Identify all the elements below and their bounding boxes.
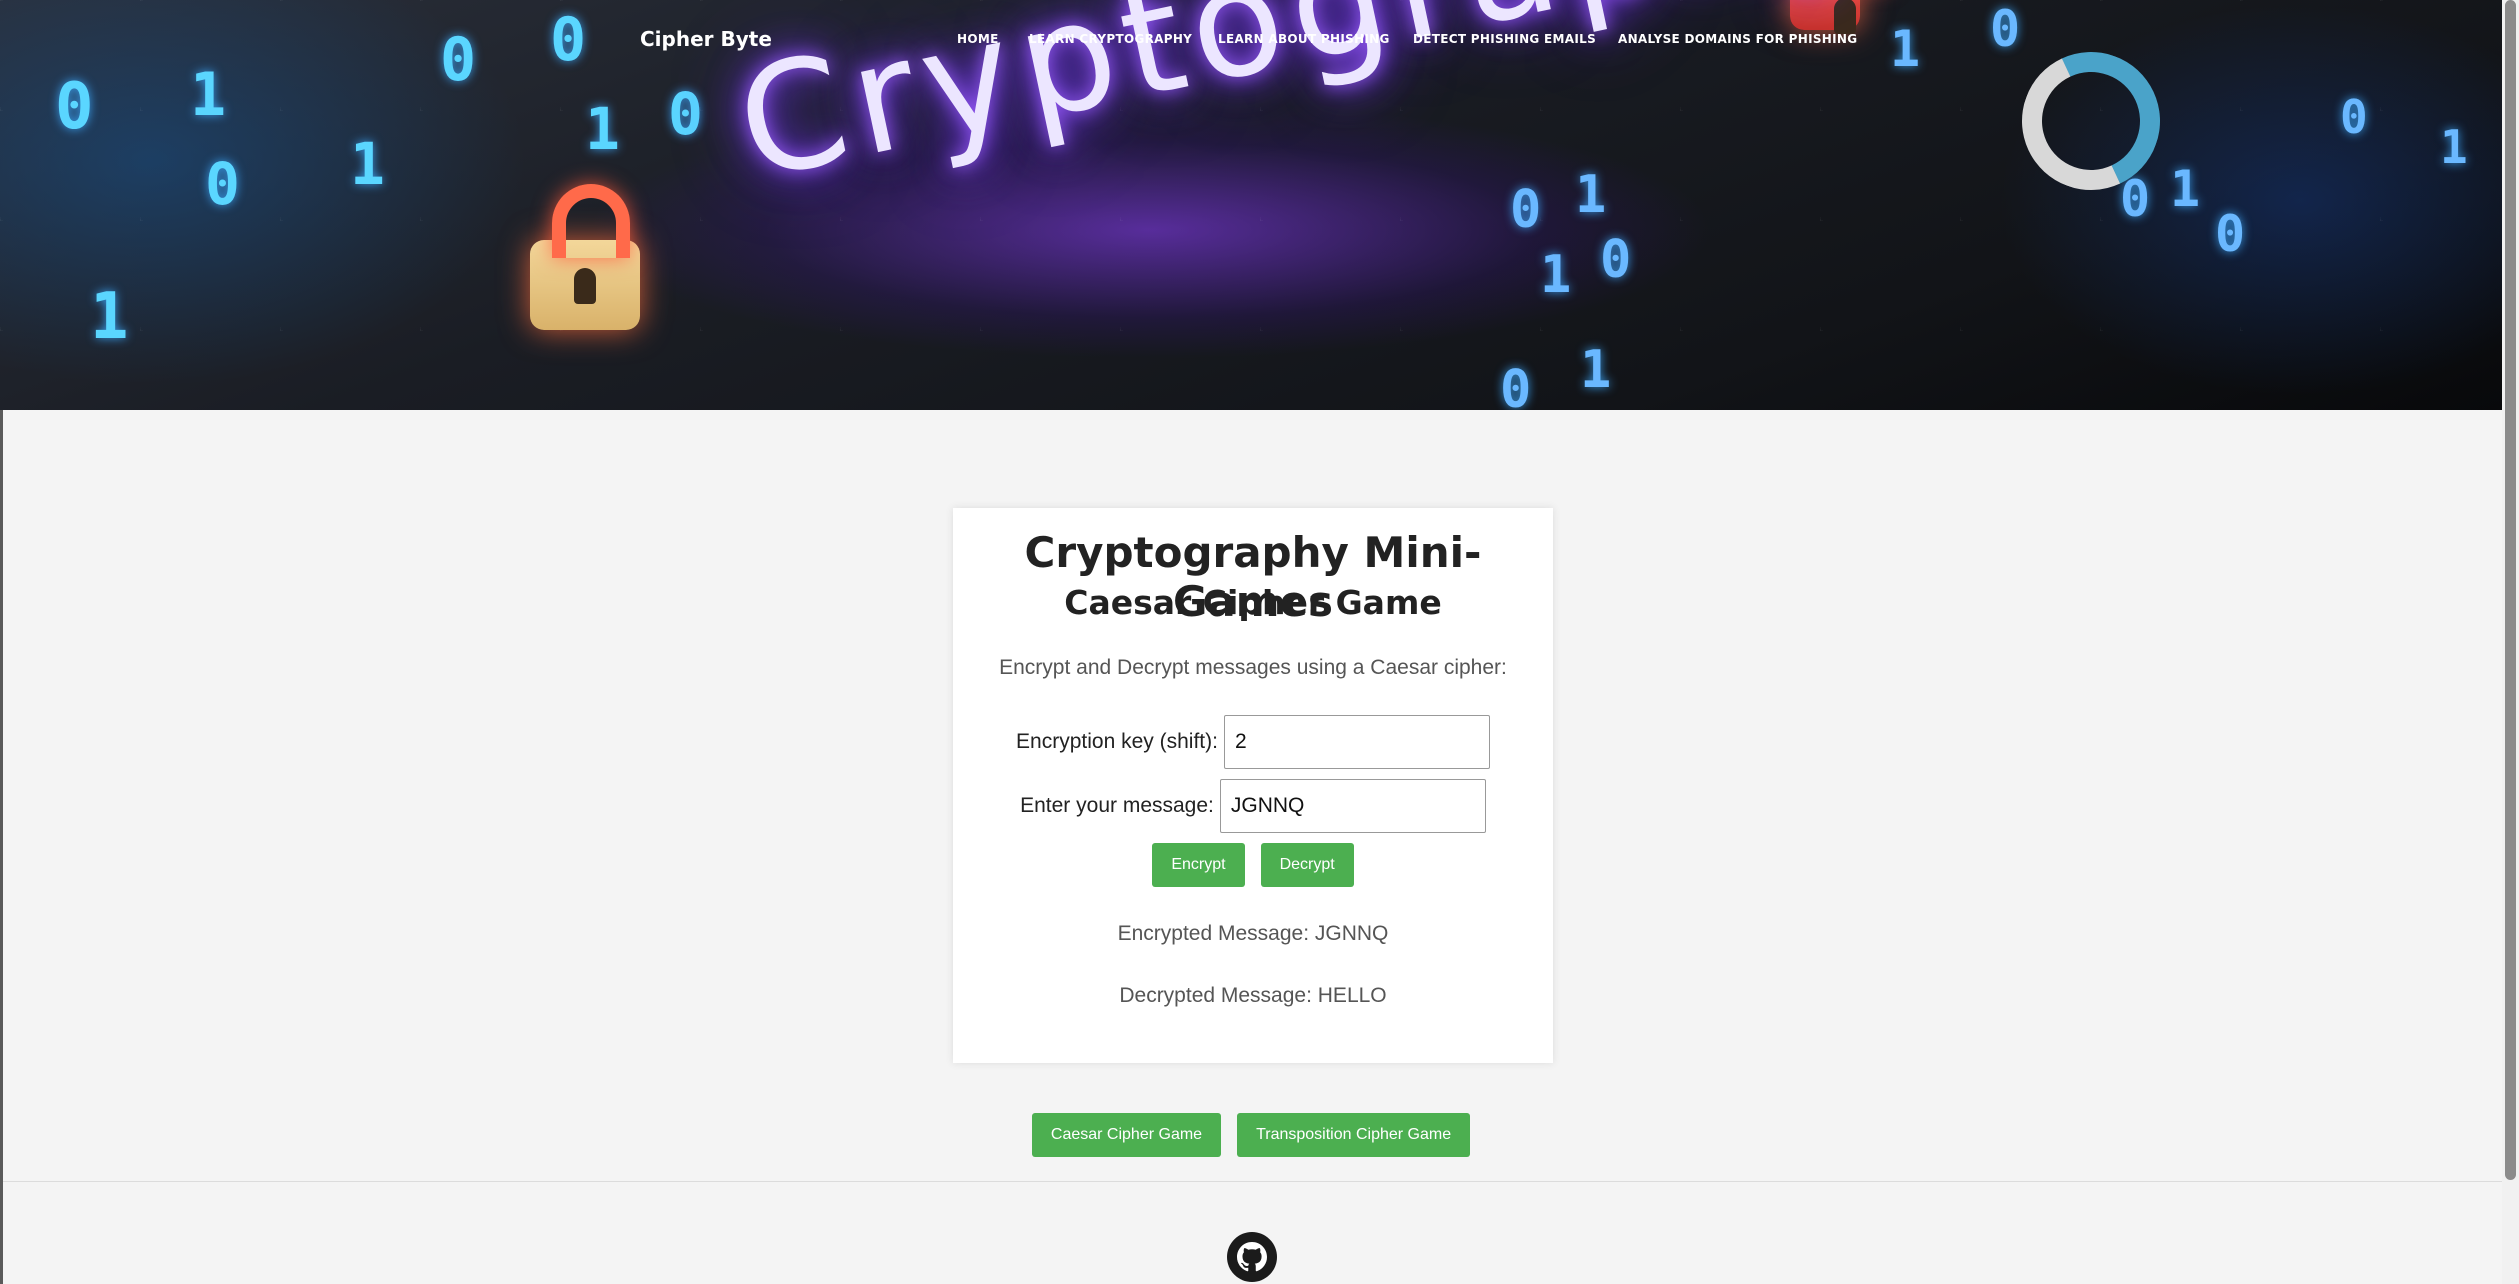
game-description: Encrypt and Decrypt messages using a Cae… (999, 656, 1507, 679)
key-row: Encryption key (shift): (953, 715, 1553, 769)
encrypted-result: Encrypted Message: JGNNQ (1117, 922, 1389, 945)
shift-key-input[interactable] (1223, 715, 1490, 769)
nav-home[interactable]: HOME (957, 32, 999, 46)
game-title: Caesar Cipher Game (1064, 583, 1442, 622)
vertical-scrollbar[interactable] (2502, 0, 2519, 1284)
caesar-cipher-game-button[interactable]: Caesar Cipher Game (1031, 1113, 1222, 1157)
binary-digit-decoration: 1 (585, 95, 620, 163)
message-row: Enter your message: (953, 779, 1553, 833)
padlock-icon (530, 184, 640, 330)
binary-digit-decoration: 1 (350, 130, 385, 198)
github-icon[interactable] (1227, 1232, 1277, 1282)
nav-analyse-domains[interactable]: ANALYSE DOMAINS FOR PHISHING (1618, 32, 1857, 46)
decrypted-result: Decrypted Message: HELLO (1119, 984, 1387, 1007)
binary-digit-decoration: 1 (2440, 120, 2468, 174)
encrypt-button[interactable]: Encrypt (1152, 843, 1245, 887)
binary-digit-decoration: 0 (2215, 205, 2246, 263)
caesar-cipher-card: Cryptography Mini-Games Caesar Cipher Ga… (953, 508, 1553, 1063)
binary-digit-decoration: 1 (1890, 20, 1921, 78)
binary-digit-decoration: 0 (668, 80, 703, 148)
game-selector: Caesar Cipher Game Transposition Cipher … (0, 1113, 2502, 1157)
nav-learn-cryptography[interactable]: LEARN CRYPTOGRAPHY (1029, 32, 1192, 46)
binary-digit-decoration: 0 (1600, 230, 1632, 290)
binary-digit-decoration: 1 (190, 60, 227, 130)
binary-digit-decoration: 0 (440, 25, 477, 95)
transposition-cipher-game-button[interactable]: Transposition Cipher Game (1237, 1113, 1471, 1157)
binary-digit-decoration: 0 (550, 5, 587, 75)
action-buttons: Encrypt Decrypt (953, 843, 1553, 887)
message-input[interactable] (1219, 779, 1486, 833)
hero-banner: 0 1 0 1 0 0 1 0 1 0 1 1 0 0 1 1 0 0 1 0 … (0, 0, 2502, 410)
binary-digit-decoration: 1 (90, 280, 129, 354)
nav-detect-phishing-emails[interactable]: DETECT PHISHING EMAILS (1413, 32, 1596, 46)
brand-logo[interactable]: Cipher Byte (640, 27, 772, 51)
decrypt-button[interactable]: Decrypt (1260, 843, 1354, 887)
scrollbar-thumb[interactable] (2505, 0, 2516, 1180)
binary-digit-decoration: 1 (1540, 245, 1572, 305)
message-label: Enter your message: (1020, 794, 1214, 817)
binary-digit-decoration: 1 (1575, 165, 1607, 225)
binary-digit-decoration: 0 (205, 150, 240, 218)
binary-digit-decoration: 0 (1510, 180, 1542, 240)
binary-digit-decoration: 0 (2340, 90, 2368, 144)
padlock-icon (1790, 0, 1860, 34)
nav-learn-about-phishing[interactable]: LEARN ABOUT PHISHING (1218, 32, 1390, 46)
binary-digit-decoration: 1 (2170, 160, 2201, 218)
binary-digit-decoration: 0 (1990, 0, 2021, 58)
binary-digit-decoration: 0 (1500, 360, 1532, 410)
key-label: Encryption key (shift): (1016, 730, 1218, 753)
binary-digit-decoration: 0 (55, 70, 94, 144)
footer-divider (3, 1181, 2502, 1182)
binary-digit-decoration: 1 (1580, 340, 1612, 400)
